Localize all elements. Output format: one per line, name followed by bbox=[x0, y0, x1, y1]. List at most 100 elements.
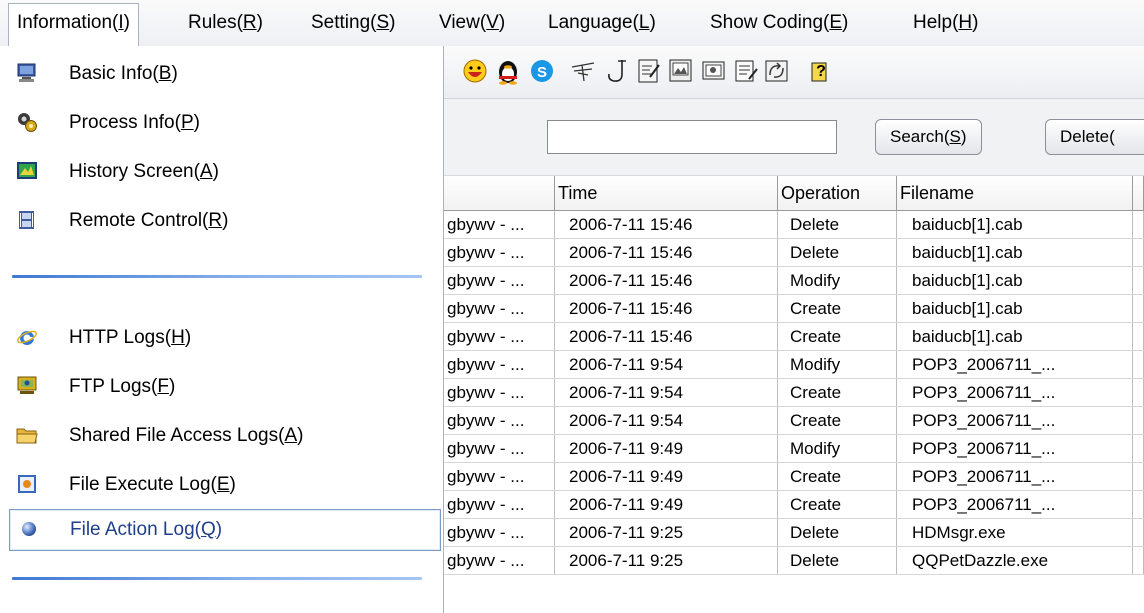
cell-filename: baiducb[1].cab bbox=[897, 295, 1133, 322]
cell-time: 2006-7-11 15:46 bbox=[555, 211, 778, 238]
svg-text:?: ? bbox=[816, 63, 826, 80]
cell-user: gbywv - ... bbox=[444, 379, 555, 406]
search-input[interactable] bbox=[547, 120, 837, 154]
cell-filename: POP3_2006711_... bbox=[897, 351, 1133, 378]
table-row[interactable]: gbywv - ... 2006-7-11 9:25 Delete QQPetDazz… bbox=[444, 547, 1144, 575]
search-bar: Search(S) Delete( bbox=[444, 99, 1144, 176]
cell-operation: Modify bbox=[778, 351, 897, 378]
table-row[interactable]: gbywv - ... 2006-7-11 15:46 Delete baiducb[… bbox=[444, 211, 1144, 239]
column-header-operation[interactable]: Operation bbox=[778, 176, 897, 210]
cell-operation: Delete bbox=[778, 239, 897, 266]
qq-penguin-icon[interactable] bbox=[495, 57, 521, 85]
cell-operation: Delete bbox=[778, 211, 897, 238]
column-header-extra[interactable] bbox=[1133, 176, 1144, 210]
cell-filename: POP3_2006711_... bbox=[897, 435, 1133, 462]
cell-time: 2006-7-11 9:54 bbox=[555, 351, 778, 378]
column-header-filename[interactable]: Filename bbox=[897, 176, 1133, 210]
cell-filename: baiducb[1].cab bbox=[897, 239, 1133, 266]
table-row[interactable]: gbywv - ... 2006-7-11 9:49 Create POP3_2006… bbox=[444, 491, 1144, 519]
menu-help[interactable]: Help(H) bbox=[913, 9, 978, 37]
search-button[interactable]: Search(S) bbox=[875, 119, 982, 155]
cell-time: 2006-7-11 9:25 bbox=[555, 519, 778, 546]
table-row[interactable]: gbywv - ... 2006-7-11 15:46 Create baiducb[… bbox=[444, 295, 1144, 323]
cell-operation: Modify bbox=[778, 435, 897, 462]
delete-button[interactable]: Delete( bbox=[1045, 119, 1144, 155]
cell-time: 2006-7-11 15:46 bbox=[555, 267, 778, 294]
hook-icon[interactable] bbox=[604, 57, 630, 85]
cell-operation: Create bbox=[778, 323, 897, 350]
cell-time: 2006-7-11 9:25 bbox=[555, 547, 778, 574]
menu-item-shared-file-access-logs[interactable]: Shared File Access Logs(A) bbox=[0, 416, 443, 456]
ie-icon bbox=[17, 330, 37, 345]
cell-extra bbox=[1133, 351, 1144, 378]
table-row[interactable]: gbywv - ... 2006-7-11 15:46 Delete baiducb[… bbox=[444, 239, 1144, 267]
cell-filename: QQPetDazzle.exe bbox=[897, 547, 1133, 574]
smiley-icon[interactable] bbox=[462, 57, 488, 85]
table-row[interactable]: gbywv - ... 2006-7-11 9:25 Delete HDMsgr.ex… bbox=[444, 519, 1144, 547]
screen-history-icon bbox=[17, 162, 37, 179]
column-header-time[interactable]: Time bbox=[555, 176, 778, 210]
menu-view[interactable]: View(V) bbox=[439, 9, 505, 37]
menu-rules[interactable]: Rules(R) bbox=[188, 9, 263, 37]
cell-extra bbox=[1133, 463, 1144, 490]
cell-time: 2006-7-11 9:49 bbox=[555, 435, 778, 462]
document-edit-icon[interactable] bbox=[636, 57, 662, 85]
menu-setting[interactable]: Setting(S) bbox=[311, 9, 396, 37]
menu-language[interactable]: Language(L) bbox=[548, 9, 656, 37]
menu-separator bbox=[12, 577, 422, 580]
film-icon bbox=[19, 211, 34, 229]
cell-extra bbox=[1133, 267, 1144, 294]
menu-item-history-screen[interactable]: History Screen(A) bbox=[0, 152, 443, 192]
cell-user: gbywv - ... bbox=[444, 351, 555, 378]
skype-icon[interactable]: S bbox=[529, 57, 555, 85]
cell-filename: POP3_2006711_... bbox=[897, 407, 1133, 434]
table-row[interactable]: gbywv - ... 2006-7-11 9:54 Modify POP3_2006… bbox=[444, 351, 1144, 379]
cell-user: gbywv - ... bbox=[444, 435, 555, 462]
table-row[interactable]: gbywv - ... 2006-7-11 9:49 Create POP3_2006… bbox=[444, 463, 1144, 491]
menu-show-coding[interactable]: Show Coding(E) bbox=[710, 9, 848, 37]
menu-information[interactable]: Information(I) bbox=[8, 3, 139, 46]
cell-user: gbywv - ... bbox=[444, 239, 555, 266]
table-row[interactable]: gbywv - ... 2006-7-11 15:46 Create baiducb[… bbox=[444, 323, 1144, 351]
menu-item-process-info[interactable]: Process Info(P) bbox=[0, 103, 443, 143]
menu-item-ftp-logs[interactable]: FTP Logs(F) bbox=[0, 367, 443, 407]
information-dropdown: Basic Info(B) Process Info(P) History Sc… bbox=[0, 46, 444, 613]
table-row[interactable]: gbywv - ... 2006-7-11 15:46 Modify baiducb[… bbox=[444, 267, 1144, 295]
cell-operation: Create bbox=[778, 407, 897, 434]
menu-item-http-logs[interactable]: HTTP Logs(H) bbox=[0, 318, 443, 358]
cell-extra bbox=[1133, 295, 1144, 322]
cell-filename: POP3_2006711_... bbox=[897, 463, 1133, 490]
gears-icon bbox=[18, 113, 37, 132]
svg-text:S: S bbox=[537, 64, 547, 81]
cell-user: gbywv - ... bbox=[444, 267, 555, 294]
sphere-icon bbox=[22, 522, 36, 536]
cell-extra bbox=[1133, 379, 1144, 406]
notepad-icon[interactable] bbox=[733, 57, 759, 85]
cell-extra bbox=[1133, 491, 1144, 518]
cell-operation: Create bbox=[778, 491, 897, 518]
image-refresh-icon[interactable] bbox=[764, 57, 790, 85]
file-action-log-table: Time Operation Filename gbywv - ... 2006-… bbox=[444, 176, 1144, 613]
cell-extra bbox=[1133, 435, 1144, 462]
cell-operation: Create bbox=[778, 379, 897, 406]
antenna-icon[interactable] bbox=[570, 57, 596, 85]
help-icon[interactable]: ? bbox=[808, 57, 834, 85]
menu-item-file-execute-log[interactable]: File Execute Log(E) bbox=[0, 465, 443, 505]
cell-extra bbox=[1133, 519, 1144, 546]
picture-icon[interactable] bbox=[668, 57, 694, 85]
screen-capture-icon[interactable] bbox=[701, 57, 727, 85]
menu-item-basic-info[interactable]: Basic Info(B) bbox=[0, 54, 443, 94]
table-row[interactable]: gbywv - ... 2006-7-11 9:49 Modify POP3_2006… bbox=[444, 435, 1144, 463]
cell-operation: Modify bbox=[778, 267, 897, 294]
cell-time: 2006-7-11 9:49 bbox=[555, 491, 778, 518]
table-row[interactable]: gbywv - ... 2006-7-11 9:54 Create POP3_2006… bbox=[444, 379, 1144, 407]
cell-filename: baiducb[1].cab bbox=[897, 323, 1133, 350]
cell-operation: Delete bbox=[778, 519, 897, 546]
column-header-user[interactable] bbox=[444, 176, 555, 210]
computer-icon bbox=[17, 63, 36, 82]
table-row[interactable]: gbywv - ... 2006-7-11 9:54 Create POP3_2006… bbox=[444, 407, 1144, 435]
menu-item-remote-control[interactable]: Remote Control(R) bbox=[0, 201, 443, 241]
cell-time: 2006-7-11 9:54 bbox=[555, 379, 778, 406]
folder-icon bbox=[16, 428, 38, 444]
menu-item-file-action-log[interactable]: File Action Log(Q) bbox=[9, 509, 441, 551]
